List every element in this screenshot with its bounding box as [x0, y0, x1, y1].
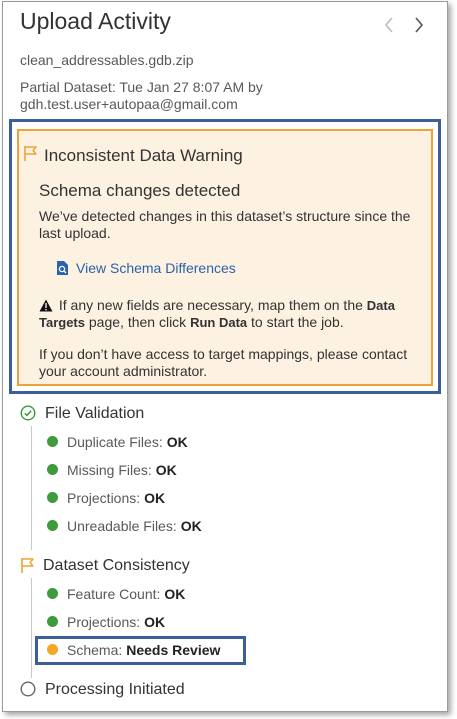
status-ok-dot: [47, 616, 58, 627]
check-status: OK: [166, 433, 188, 450]
flag-icon: [24, 146, 37, 161]
chevron-left-icon: [384, 17, 393, 33]
previous-button[interactable]: [379, 14, 399, 36]
processing-initiated-title: Processing Initiated: [45, 681, 185, 698]
check-circle-icon: [20, 405, 36, 421]
instructions-text-post: to start the job.: [251, 314, 344, 330]
dataset-info: Partial Dataset: Tue Jan 27 8:07 AM by: [20, 79, 263, 95]
check-status: OK: [144, 613, 166, 630]
instructions-text-mid: page, then click: [88, 314, 187, 330]
run-data-label: Run Data: [190, 315, 248, 330]
schema-description: We’ve detected changes in this dataset’s…: [39, 208, 411, 241]
document-search-icon: [57, 261, 68, 275]
status-ok-dot: [47, 492, 58, 503]
schema-heading: Schema changes detected: [39, 181, 241, 200]
next-button[interactable]: [409, 14, 429, 36]
check-item-unreadable-files: Unreadable Files: OK: [47, 517, 202, 534]
flag-icon: [21, 558, 34, 573]
instructions-text-pre: If any new fields are necessary, map the…: [58, 297, 363, 313]
check-status: OK: [144, 489, 166, 506]
check-label: Feature Count:: [67, 585, 161, 602]
check-label: Projections:: [67, 489, 141, 506]
check-label: Duplicate Files:: [67, 433, 163, 450]
chevron-right-icon: [415, 17, 424, 33]
status-ok-dot: [47, 588, 58, 599]
check-label: Projections:: [67, 613, 141, 630]
file-name: clean_addressables.gdb.zip: [20, 52, 194, 68]
check-status: OK: [164, 585, 186, 602]
pending-circle-icon: [20, 681, 36, 697]
mapping-instructions: If any new fields are necessary, map the…: [39, 297, 424, 331]
status-ok-dot: [47, 464, 58, 475]
check-status: OK: [155, 461, 177, 478]
check-item-feature-count: Feature Count: OK: [47, 585, 185, 602]
status-ok-dot: [47, 520, 58, 531]
check-item-projections: Projections: OK: [47, 613, 165, 630]
schema-highlight-frame: [35, 636, 246, 665]
check-item-duplicate-files: Duplicate Files: OK: [47, 433, 188, 450]
status-ok-dot: [47, 436, 58, 447]
check-status: OK: [180, 517, 202, 534]
panel-title: Upload Activity: [20, 8, 171, 34]
dataset-consistency-title: Dataset Consistency: [43, 557, 190, 574]
contact-admin-note: If you don’t have access to target mappi…: [39, 346, 408, 379]
warning-title: Inconsistent Data Warning: [44, 146, 243, 165]
file-validation-title: File Validation: [45, 405, 145, 422]
check-label: Missing Files:: [67, 461, 152, 478]
check-item-projections: Projections: OK: [47, 489, 165, 506]
dataset-user: gdh.test.user+autopaa@gmail.com: [20, 96, 238, 112]
warning-triangle-icon: [39, 299, 53, 312]
check-item-missing-files: Missing Files: OK: [47, 461, 177, 478]
check-label: Unreadable Files:: [67, 517, 177, 534]
upload-activity-panel: Upload Activity clean_addressables.gdb.z…: [2, 1, 448, 712]
timeline-connector: [31, 426, 32, 550]
view-schema-differences-link[interactable]: View Schema Differences: [76, 260, 236, 276]
timeline-connector: [31, 578, 32, 678]
